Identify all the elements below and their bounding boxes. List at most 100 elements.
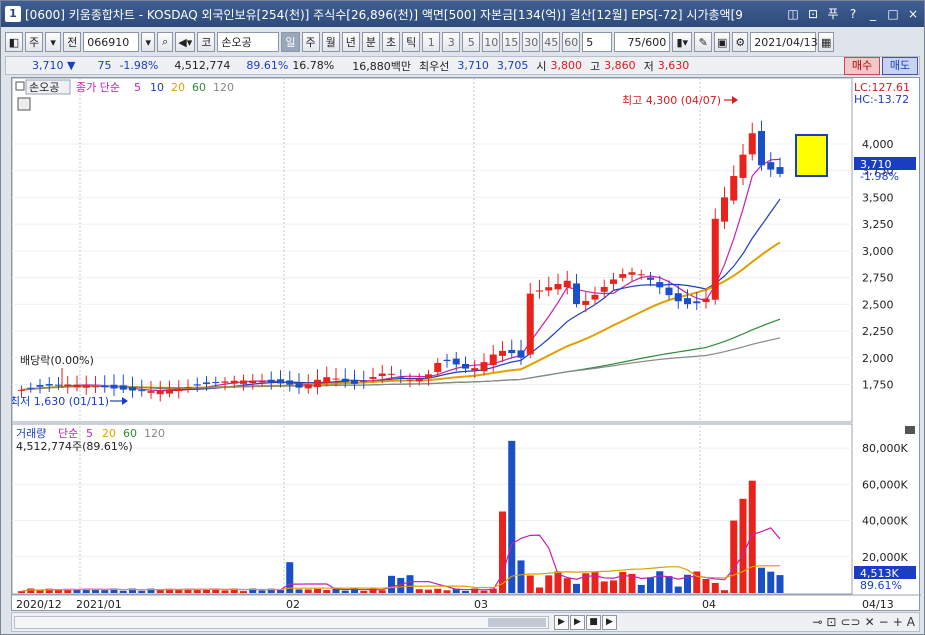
interval-15[interactable]: 15	[502, 32, 521, 52]
count-field[interactable]: 75/600	[614, 32, 671, 52]
candle-body	[748, 133, 756, 155]
close-icon[interactable]: ×	[904, 5, 922, 23]
period-second[interactable]: 초	[382, 32, 401, 52]
candle-body	[739, 154, 747, 178]
period-week[interactable]: 주	[301, 32, 320, 52]
interval-select[interactable]: 5	[582, 32, 613, 52]
candle-body	[258, 381, 266, 383]
ma5-label: 5	[134, 81, 141, 94]
plus-icon[interactable]: +	[893, 615, 903, 630]
interval-1[interactable]: 1	[422, 32, 441, 52]
maximize-icon[interactable]: □	[884, 5, 902, 23]
candle-body	[249, 380, 257, 384]
date-field[interactable]: 2021/04/13	[750, 32, 818, 52]
high-price: 3,860	[604, 59, 636, 72]
period-year[interactable]: 년	[341, 32, 360, 52]
volume-bar	[18, 591, 25, 593]
gear-icon[interactable]: ⚙	[732, 32, 749, 52]
interval-30[interactable]: 30	[522, 32, 541, 52]
lock-icon[interactable]: ⊡	[826, 615, 836, 630]
candle-body	[489, 354, 497, 366]
period-tick[interactable]: 틱	[402, 32, 421, 52]
panel-close-icon[interactable]	[905, 426, 915, 434]
ma20-label: 20	[171, 81, 185, 94]
grid-icon[interactable]	[17, 97, 31, 111]
interval-5[interactable]: 5	[462, 32, 481, 52]
bottom-tools: ⊸ ⊡ ⊂⊃ ✕ − + A	[812, 615, 915, 630]
text-icon[interactable]: A	[907, 615, 915, 630]
volume-bar	[730, 520, 738, 593]
stock-code-input[interactable]: 066910	[83, 32, 140, 52]
candle-body	[64, 384, 72, 387]
buy-button[interactable]: 매수	[844, 57, 880, 75]
chart-svg[interactable]: 1,750 2,000 2,250 2,500 2,750 3,000 3,250 3,500…	[10, 77, 921, 612]
bottom-date: 04/13	[862, 598, 894, 611]
play-button[interactable]: ▶	[570, 615, 585, 630]
volume-bar	[499, 511, 506, 593]
turnover-rate: 16.78%	[292, 59, 335, 72]
chart-area[interactable]: 1,750 2,000 2,250 2,500 2,750 3,000 3,250 3,500…	[10, 77, 921, 612]
x-tick-04: 04	[702, 598, 716, 611]
search-icon[interactable]: ⌕	[157, 32, 174, 52]
cross-icon[interactable]: ✕	[865, 615, 875, 630]
candle-body	[175, 388, 183, 392]
volume-bar	[415, 589, 423, 593]
interval-3[interactable]: 3	[442, 32, 461, 52]
candle-body	[73, 384, 81, 388]
interval-45[interactable]: 45	[542, 32, 561, 52]
vol-ma20-label: 20	[102, 427, 116, 440]
candle-body	[545, 287, 553, 291]
volume-bar	[462, 590, 469, 593]
market-label: 코	[197, 32, 216, 52]
price-axis-label: 2,500	[862, 298, 894, 311]
interval-10[interactable]: 10	[482, 32, 501, 52]
code-dropdown-icon[interactable]: ▾	[141, 32, 156, 52]
tool-icon[interactable]: ✎	[694, 32, 713, 52]
highlight-box[interactable]	[795, 134, 828, 177]
main-toolbar: ◧ 주 ▾ 전 066910 ▾ ⌕ ◀▾ 코 손오공 일 주 월 년 분 초 …	[5, 30, 920, 54]
candle-body	[526, 293, 534, 355]
volume-bar	[637, 584, 645, 593]
stop-button[interactable]: ■	[586, 615, 601, 630]
save-icon[interactable]: ▣	[714, 32, 731, 52]
candle-body	[628, 272, 636, 275]
volume-bar	[545, 575, 553, 593]
chart-scrollbar[interactable]	[14, 616, 549, 629]
ma120-label: 120	[213, 81, 234, 94]
candle-body	[286, 380, 294, 385]
scroll-next-button[interactable]: ▶	[602, 615, 617, 630]
candle-body	[203, 382, 210, 384]
help-icon[interactable]: ?	[844, 5, 862, 23]
sound-icon[interactable]: ◀▾	[175, 32, 196, 52]
capture-icon[interactable]: ⊡	[804, 5, 822, 23]
vol-ma120-label: 120	[144, 427, 165, 440]
calendar-icon[interactable]: ▦	[818, 32, 835, 52]
scroll-prev-button[interactable]: ▶	[554, 615, 569, 630]
candle-body	[193, 384, 201, 386]
period-type-select[interactable]: 주	[25, 32, 44, 52]
layout-icon[interactable]: ◫	[784, 5, 802, 23]
interval-60[interactable]: 60	[562, 32, 581, 52]
chart-type-icon[interactable]: ▮▾	[672, 32, 693, 52]
pin-icon[interactable]: 푸	[824, 5, 842, 23]
minimize-icon[interactable]: _	[864, 5, 882, 23]
panel-icon[interactable]: ◧	[5, 32, 23, 52]
candle-body	[591, 294, 599, 300]
open-label: 시	[536, 59, 547, 73]
minus-icon[interactable]: −	[879, 615, 889, 630]
period-month[interactable]: 월	[321, 32, 340, 52]
scrollbar-thumb[interactable]	[488, 618, 546, 627]
ma10-label: 10	[150, 81, 164, 94]
vol-tag-rate: 89.61%	[860, 579, 902, 592]
low-annotation: 최저 1,630 (01/11)	[12, 395, 109, 408]
zoom-slider-icon[interactable]: ⊸	[812, 615, 822, 630]
period-minute[interactable]: 분	[361, 32, 380, 52]
dropdown-icon[interactable]: ▾	[45, 32, 62, 52]
low-price: 3,630	[657, 59, 690, 72]
view-button[interactable]: 전	[63, 32, 82, 52]
sell-button[interactable]: 매도	[882, 57, 918, 75]
candle-body	[166, 389, 173, 394]
link-icon[interactable]: ⊂⊃	[840, 615, 860, 630]
period-day[interactable]: 일	[281, 32, 300, 52]
stock-name-field[interactable]: 손오공	[217, 32, 280, 52]
